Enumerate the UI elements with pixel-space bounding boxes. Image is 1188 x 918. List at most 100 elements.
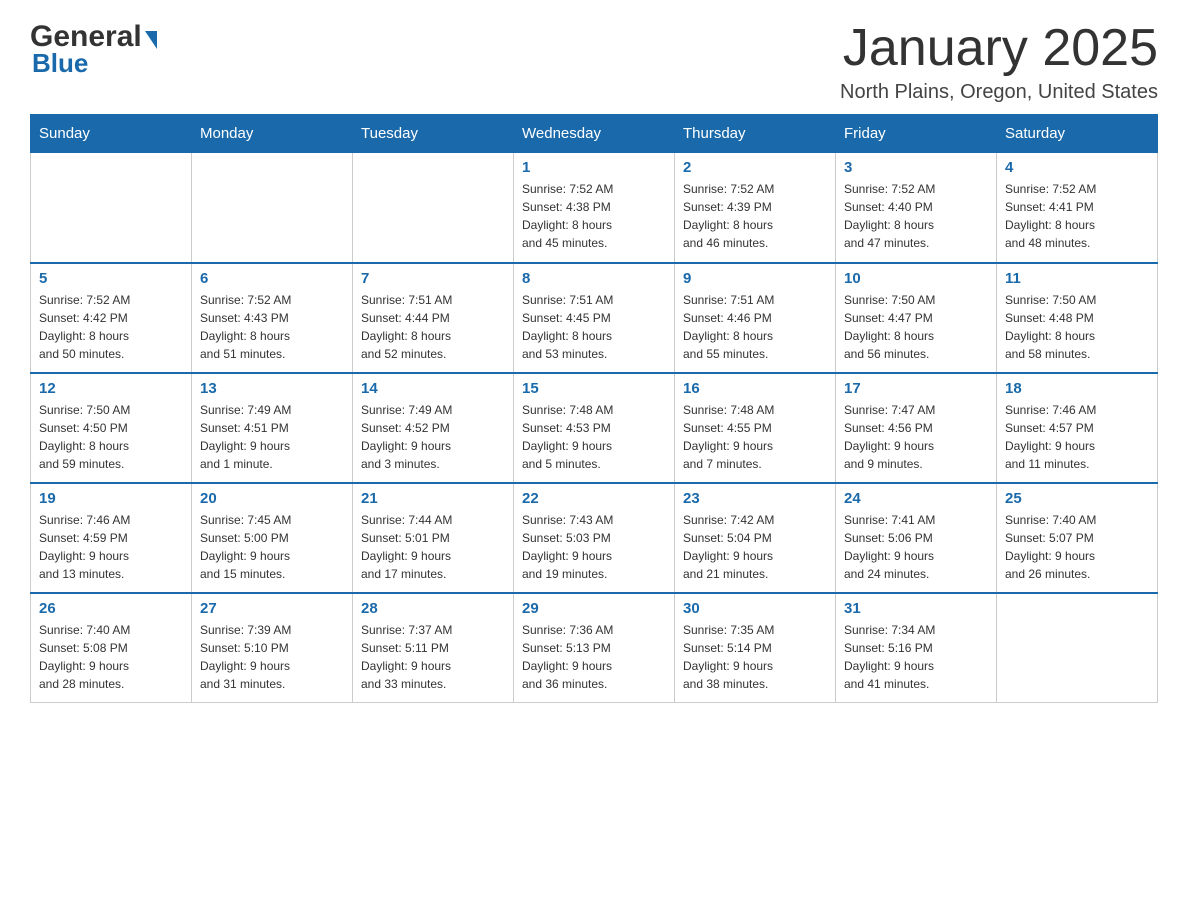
day-number: 8 bbox=[522, 270, 666, 287]
month-title: January 2025 bbox=[840, 20, 1158, 77]
weekday-header-wednesday: Wednesday bbox=[514, 115, 675, 153]
day-number: 16 bbox=[683, 380, 827, 397]
day-info: Sunrise: 7:44 AMSunset: 5:01 PMDaylight:… bbox=[361, 511, 505, 583]
day-info: Sunrise: 7:51 AMSunset: 4:44 PMDaylight:… bbox=[361, 291, 505, 363]
day-number: 4 bbox=[1005, 159, 1149, 176]
day-info: Sunrise: 7:34 AMSunset: 5:16 PMDaylight:… bbox=[844, 621, 988, 693]
weekday-header-monday: Monday bbox=[192, 115, 353, 153]
day-info: Sunrise: 7:37 AMSunset: 5:11 PMDaylight:… bbox=[361, 621, 505, 693]
day-info: Sunrise: 7:46 AMSunset: 4:57 PMDaylight:… bbox=[1005, 401, 1149, 473]
day-info: Sunrise: 7:49 AMSunset: 4:52 PMDaylight:… bbox=[361, 401, 505, 473]
calendar-table: SundayMondayTuesdayWednesdayThursdayFrid… bbox=[30, 114, 1158, 703]
day-info: Sunrise: 7:50 AMSunset: 4:50 PMDaylight:… bbox=[39, 401, 183, 473]
day-number: 28 bbox=[361, 600, 505, 617]
weekday-header-saturday: Saturday bbox=[997, 115, 1158, 153]
day-info: Sunrise: 7:52 AMSunset: 4:43 PMDaylight:… bbox=[200, 291, 344, 363]
day-info: Sunrise: 7:41 AMSunset: 5:06 PMDaylight:… bbox=[844, 511, 988, 583]
calendar-cell: 2 Sunrise: 7:52 AMSunset: 4:39 PMDaylight… bbox=[675, 153, 836, 263]
day-info: Sunrise: 7:39 AMSunset: 5:10 PMDaylight:… bbox=[200, 621, 344, 693]
calendar-cell: 16 Sunrise: 7:48 AMSunset: 4:55 PMDayligh… bbox=[675, 373, 836, 483]
calendar-cell: 1Sunrise: 7:52 AMSunset: 4:38 PMDaylight… bbox=[514, 153, 675, 263]
day-info: Sunrise: 7:36 AMSunset: 5:13 PMDaylight:… bbox=[522, 621, 666, 693]
day-number: 6 bbox=[200, 270, 344, 287]
weekday-header-thursday: Thursday bbox=[675, 115, 836, 153]
calendar-cell: 10 Sunrise: 7:50 AMSunset: 4:47 PMDayligh… bbox=[836, 263, 997, 373]
day-info: Sunrise: 7:42 AMSunset: 5:04 PMDaylight:… bbox=[683, 511, 827, 583]
calendar-cell: 14 Sunrise: 7:49 AMSunset: 4:52 PMDayligh… bbox=[353, 373, 514, 483]
page-header: General Blue January 2025 North Plains, … bbox=[30, 20, 1158, 104]
day-info: Sunrise: 7:40 AMSunset: 5:08 PMDaylight:… bbox=[39, 621, 183, 693]
day-number: 21 bbox=[361, 490, 505, 507]
logo: General Blue bbox=[30, 20, 157, 79]
calendar-cell: 4 Sunrise: 7:52 AMSunset: 4:41 PMDaylight… bbox=[997, 153, 1158, 263]
day-info: Sunrise: 7:50 AMSunset: 4:48 PMDaylight:… bbox=[1005, 291, 1149, 363]
day-number: 19 bbox=[39, 490, 183, 507]
calendar-cell: 17 Sunrise: 7:47 AMSunset: 4:56 PMDayligh… bbox=[836, 373, 997, 483]
calendar-cell: 3Sunrise: 7:52 AMSunset: 4:40 PMDaylight… bbox=[836, 153, 997, 263]
day-info: Sunrise: 7:52 AMSunset: 4:41 PMDaylight:… bbox=[1005, 180, 1149, 252]
day-number: 27 bbox=[200, 600, 344, 617]
day-info: Sunrise: 7:48 AMSunset: 4:55 PMDaylight:… bbox=[683, 401, 827, 473]
day-info: Sunrise: 7:52 AMSunset: 4:40 PMDaylight:… bbox=[844, 180, 988, 252]
day-number: 11 bbox=[1005, 270, 1149, 287]
day-number: 31 bbox=[844, 600, 988, 617]
day-number: 12 bbox=[39, 380, 183, 397]
calendar-cell: 23 Sunrise: 7:42 AMSunset: 5:04 PMDayligh… bbox=[675, 483, 836, 593]
weekday-header-row: SundayMondayTuesdayWednesdayThursdayFrid… bbox=[31, 115, 1158, 153]
day-number: 23 bbox=[683, 490, 827, 507]
title-area: January 2025 North Plains, Oregon, Unite… bbox=[840, 20, 1158, 104]
calendar-week-row: 12 Sunrise: 7:50 AMSunset: 4:50 PMDayligh… bbox=[31, 373, 1158, 483]
day-number: 25 bbox=[1005, 490, 1149, 507]
day-number: 14 bbox=[361, 380, 505, 397]
logo-blue-text: Blue bbox=[32, 48, 88, 79]
day-number: 13 bbox=[200, 380, 344, 397]
calendar-cell: 9Sunrise: 7:51 AMSunset: 4:46 PMDaylight… bbox=[675, 263, 836, 373]
day-number: 10 bbox=[844, 270, 988, 287]
weekday-header-sunday: Sunday bbox=[31, 115, 192, 153]
calendar-cell: 21 Sunrise: 7:44 AMSunset: 5:01 PMDayligh… bbox=[353, 483, 514, 593]
day-info: Sunrise: 7:47 AMSunset: 4:56 PMDaylight:… bbox=[844, 401, 988, 473]
calendar-cell bbox=[997, 593, 1158, 703]
calendar-body: 1Sunrise: 7:52 AMSunset: 4:38 PMDaylight… bbox=[31, 153, 1158, 703]
day-info: Sunrise: 7:45 AMSunset: 5:00 PMDaylight:… bbox=[200, 511, 344, 583]
calendar-cell: 24 Sunrise: 7:41 AMSunset: 5:06 PMDayligh… bbox=[836, 483, 997, 593]
calendar-cell: 30Sunrise: 7:35 AMSunset: 5:14 PMDayligh… bbox=[675, 593, 836, 703]
calendar-cell: 26 Sunrise: 7:40 AMSunset: 5:08 PMDayligh… bbox=[31, 593, 192, 703]
day-number: 29 bbox=[522, 600, 666, 617]
day-info: Sunrise: 7:43 AMSunset: 5:03 PMDaylight:… bbox=[522, 511, 666, 583]
day-number: 2 bbox=[683, 159, 827, 176]
calendar-cell: 7Sunrise: 7:51 AMSunset: 4:44 PMDaylight… bbox=[353, 263, 514, 373]
day-info: Sunrise: 7:49 AMSunset: 4:51 PMDaylight:… bbox=[200, 401, 344, 473]
day-number: 5 bbox=[39, 270, 183, 287]
day-number: 15 bbox=[522, 380, 666, 397]
calendar-cell: 5Sunrise: 7:52 AMSunset: 4:42 PMDaylight… bbox=[31, 263, 192, 373]
calendar-cell bbox=[192, 153, 353, 263]
day-number: 17 bbox=[844, 380, 988, 397]
calendar-cell: 29 Sunrise: 7:36 AMSunset: 5:13 PMDayligh… bbox=[514, 593, 675, 703]
calendar-cell: 8Sunrise: 7:51 AMSunset: 4:45 PMDaylight… bbox=[514, 263, 675, 373]
day-number: 18 bbox=[1005, 380, 1149, 397]
day-number: 9 bbox=[683, 270, 827, 287]
calendar-cell: 6 Sunrise: 7:52 AMSunset: 4:43 PMDaylight… bbox=[192, 263, 353, 373]
calendar-header: SundayMondayTuesdayWednesdayThursdayFrid… bbox=[31, 115, 1158, 153]
location-subtitle: North Plains, Oregon, United States bbox=[840, 81, 1158, 104]
day-info: Sunrise: 7:50 AMSunset: 4:47 PMDaylight:… bbox=[844, 291, 988, 363]
day-number: 22 bbox=[522, 490, 666, 507]
day-info: Sunrise: 7:52 AMSunset: 4:38 PMDaylight:… bbox=[522, 180, 666, 252]
calendar-cell: 28 Sunrise: 7:37 AMSunset: 5:11 PMDayligh… bbox=[353, 593, 514, 703]
day-number: 26 bbox=[39, 600, 183, 617]
weekday-header-friday: Friday bbox=[836, 115, 997, 153]
calendar-cell: 25 Sunrise: 7:40 AMSunset: 5:07 PMDayligh… bbox=[997, 483, 1158, 593]
day-info: Sunrise: 7:52 AMSunset: 4:39 PMDaylight:… bbox=[683, 180, 827, 252]
calendar-cell: 18 Sunrise: 7:46 AMSunset: 4:57 PMDayligh… bbox=[997, 373, 1158, 483]
day-info: Sunrise: 7:35 AMSunset: 5:14 PMDaylight:… bbox=[683, 621, 827, 693]
day-info: Sunrise: 7:40 AMSunset: 5:07 PMDaylight:… bbox=[1005, 511, 1149, 583]
calendar-cell: 13 Sunrise: 7:49 AMSunset: 4:51 PMDayligh… bbox=[192, 373, 353, 483]
logo-triangle-icon bbox=[145, 31, 157, 49]
day-number: 20 bbox=[200, 490, 344, 507]
calendar-week-row: 19Sunrise: 7:46 AMSunset: 4:59 PMDayligh… bbox=[31, 483, 1158, 593]
calendar-cell: 22 Sunrise: 7:43 AMSunset: 5:03 PMDayligh… bbox=[514, 483, 675, 593]
calendar-cell: 19Sunrise: 7:46 AMSunset: 4:59 PMDayligh… bbox=[31, 483, 192, 593]
calendar-week-row: 26 Sunrise: 7:40 AMSunset: 5:08 PMDayligh… bbox=[31, 593, 1158, 703]
day-number: 24 bbox=[844, 490, 988, 507]
